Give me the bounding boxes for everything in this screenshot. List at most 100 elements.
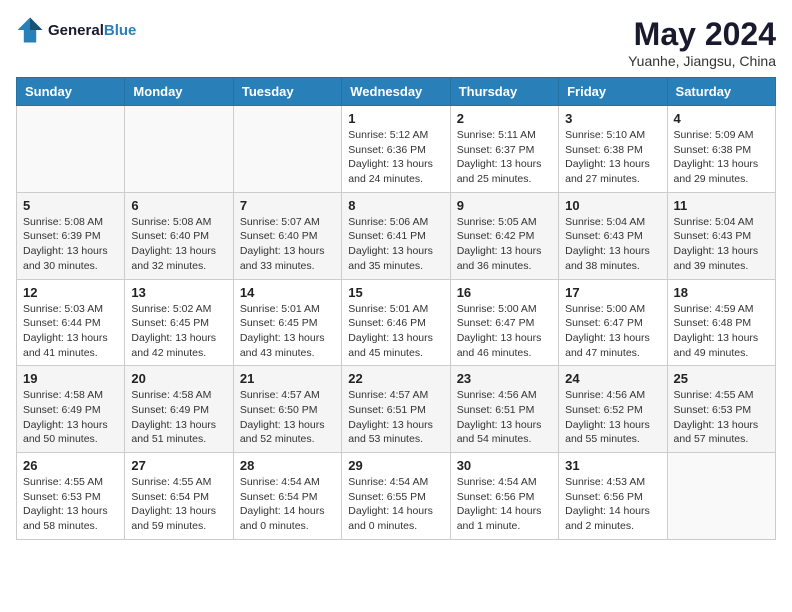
calendar-cell: 18Sunrise: 4:59 AM Sunset: 6:48 PM Dayli… [667,279,775,366]
calendar-cell: 24 Sunrise: 4:56 AM Sunset: 6:52 PM Dayli… [559,366,667,453]
day-number: 29 [348,458,443,473]
day-info: Sunrise: 4:58 AM Sunset: 6:49 PM Dayligh… [131,388,226,447]
calendar-cell: 19 Sunrise: 4:58 AM Sunset: 6:49 PM Dayli… [17,366,125,453]
weekday-header: Tuesday [233,78,341,106]
calendar-cell: 4 Sunrise: 5:09 AM Sunset: 6:38 PM Daylig… [667,106,775,193]
calendar-cell: 31 Sunrise: 4:53 AM Sunset: 6:56 PM Dayli… [559,453,667,540]
day-number: 4 [674,111,769,126]
calendar-cell: 9Sunrise: 5:05 AM Sunset: 6:42 PM Daylig… [450,192,558,279]
day-number: 31 [565,458,660,473]
calendar-week-row: 12 Sunrise: 5:03 AM Sunset: 6:44 PM Dayli… [17,279,776,366]
weekday-header: Friday [559,78,667,106]
day-number: 25 [674,371,769,386]
calendar-cell: 3 Sunrise: 5:10 AM Sunset: 6:38 PM Daylig… [559,106,667,193]
day-info: Sunrise: 5:00 AM Sunset: 6:47 PM Dayligh… [565,302,660,361]
calendar-cell: 8 Sunrise: 5:06 AM Sunset: 6:41 PM Daylig… [342,192,450,279]
day-info: Sunrise: 5:07 AM Sunset: 6:40 PM Dayligh… [240,215,335,274]
month-title: May 2024 [628,16,776,53]
day-info: Sunrise: 5:11 AM Sunset: 6:37 PM Dayligh… [457,128,552,187]
weekday-header: Monday [125,78,233,106]
day-number: 19 [23,371,118,386]
calendar-week-row: 1Sunrise: 5:12 AM Sunset: 6:36 PM Daylig… [17,106,776,193]
day-info: Sunrise: 4:56 AM Sunset: 6:52 PM Dayligh… [565,388,660,447]
day-number: 11 [674,198,769,213]
calendar-cell [17,106,125,193]
calendar-cell [125,106,233,193]
day-info: Sunrise: 5:08 AM Sunset: 6:40 PM Dayligh… [131,215,226,274]
day-info: Sunrise: 4:57 AM Sunset: 6:50 PM Dayligh… [240,388,335,447]
day-number: 12 [23,285,118,300]
calendar-cell: 27Sunrise: 4:55 AM Sunset: 6:54 PM Dayli… [125,453,233,540]
calendar-cell: 26Sunrise: 4:55 AM Sunset: 6:53 PM Dayli… [17,453,125,540]
location-title: Yuanhe, Jiangsu, China [628,53,776,69]
day-info: Sunrise: 4:55 AM Sunset: 6:54 PM Dayligh… [131,475,226,534]
day-info: Sunrise: 4:53 AM Sunset: 6:56 PM Dayligh… [565,475,660,534]
day-number: 28 [240,458,335,473]
calendar-week-row: 5 Sunrise: 5:08 AM Sunset: 6:39 PM Daylig… [17,192,776,279]
day-number: 14 [240,285,335,300]
calendar-cell: 23 Sunrise: 4:56 AM Sunset: 6:51 PM Dayli… [450,366,558,453]
calendar-cell: 13 Sunrise: 5:02 AM Sunset: 6:45 PM Dayli… [125,279,233,366]
calendar-cell: 2 Sunrise: 5:11 AM Sunset: 6:37 PM Daylig… [450,106,558,193]
day-number: 9 [457,198,552,213]
day-number: 16 [457,285,552,300]
day-number: 10 [565,198,660,213]
day-number: 23 [457,371,552,386]
calendar-table: SundayMondayTuesdayWednesdayThursdayFrid… [16,77,776,540]
logo-text: GeneralBlue [48,22,136,39]
day-number: 5 [23,198,118,213]
day-number: 6 [131,198,226,213]
calendar-cell: 6 Sunrise: 5:08 AM Sunset: 6:40 PM Daylig… [125,192,233,279]
calendar-cell: 7 Sunrise: 5:07 AM Sunset: 6:40 PM Daylig… [233,192,341,279]
day-info: Sunrise: 4:57 AM Sunset: 6:51 PM Dayligh… [348,388,443,447]
calendar-cell: 25 Sunrise: 4:55 AM Sunset: 6:53 PM Dayli… [667,366,775,453]
calendar-cell: 22Sunrise: 4:57 AM Sunset: 6:51 PM Dayli… [342,366,450,453]
page-header: GeneralBlue May 2024 Yuanhe, Jiangsu, Ch… [16,16,776,69]
day-number: 2 [457,111,552,126]
day-number: 15 [348,285,443,300]
day-number: 21 [240,371,335,386]
day-number: 3 [565,111,660,126]
day-info: Sunrise: 5:04 AM Sunset: 6:43 PM Dayligh… [565,215,660,274]
logo: GeneralBlue [16,16,136,44]
calendar-cell: 20 Sunrise: 4:58 AM Sunset: 6:49 PM Dayli… [125,366,233,453]
day-info: Sunrise: 4:55 AM Sunset: 6:53 PM Dayligh… [674,388,769,447]
day-info: Sunrise: 5:09 AM Sunset: 6:38 PM Dayligh… [674,128,769,187]
day-info: Sunrise: 4:58 AM Sunset: 6:49 PM Dayligh… [23,388,118,447]
calendar-cell: 12 Sunrise: 5:03 AM Sunset: 6:44 PM Dayli… [17,279,125,366]
weekday-header: Wednesday [342,78,450,106]
day-number: 24 [565,371,660,386]
day-number: 8 [348,198,443,213]
day-info: Sunrise: 5:03 AM Sunset: 6:44 PM Dayligh… [23,302,118,361]
day-info: Sunrise: 4:54 AM Sunset: 6:55 PM Dayligh… [348,475,443,534]
day-number: 13 [131,285,226,300]
day-info: Sunrise: 5:08 AM Sunset: 6:39 PM Dayligh… [23,215,118,274]
day-info: Sunrise: 4:59 AM Sunset: 6:48 PM Dayligh… [674,302,769,361]
calendar-cell: 11Sunrise: 5:04 AM Sunset: 6:43 PM Dayli… [667,192,775,279]
day-info: Sunrise: 4:54 AM Sunset: 6:56 PM Dayligh… [457,475,552,534]
calendar-cell: 1Sunrise: 5:12 AM Sunset: 6:36 PM Daylig… [342,106,450,193]
day-info: Sunrise: 5:10 AM Sunset: 6:38 PM Dayligh… [565,128,660,187]
calendar-cell: 30Sunrise: 4:54 AM Sunset: 6:56 PM Dayli… [450,453,558,540]
day-info: Sunrise: 5:01 AM Sunset: 6:46 PM Dayligh… [348,302,443,361]
day-info: Sunrise: 5:02 AM Sunset: 6:45 PM Dayligh… [131,302,226,361]
logo-icon [16,16,44,44]
weekday-header: Saturday [667,78,775,106]
calendar-header-row: SundayMondayTuesdayWednesdayThursdayFrid… [17,78,776,106]
weekday-header: Sunday [17,78,125,106]
day-info: Sunrise: 4:54 AM Sunset: 6:54 PM Dayligh… [240,475,335,534]
day-info: Sunrise: 4:56 AM Sunset: 6:51 PM Dayligh… [457,388,552,447]
day-info: Sunrise: 5:12 AM Sunset: 6:36 PM Dayligh… [348,128,443,187]
day-info: Sunrise: 5:01 AM Sunset: 6:45 PM Dayligh… [240,302,335,361]
day-info: Sunrise: 5:06 AM Sunset: 6:41 PM Dayligh… [348,215,443,274]
weekday-header: Thursday [450,78,558,106]
day-info: Sunrise: 5:00 AM Sunset: 6:47 PM Dayligh… [457,302,552,361]
calendar-cell: 21 Sunrise: 4:57 AM Sunset: 6:50 PM Dayli… [233,366,341,453]
calendar-week-row: 19 Sunrise: 4:58 AM Sunset: 6:49 PM Dayli… [17,366,776,453]
calendar-cell: 14 Sunrise: 5:01 AM Sunset: 6:45 PM Dayli… [233,279,341,366]
calendar-cell: 5 Sunrise: 5:08 AM Sunset: 6:39 PM Daylig… [17,192,125,279]
day-number: 7 [240,198,335,213]
day-number: 20 [131,371,226,386]
calendar-cell [667,453,775,540]
title-block: May 2024 Yuanhe, Jiangsu, China [628,16,776,69]
